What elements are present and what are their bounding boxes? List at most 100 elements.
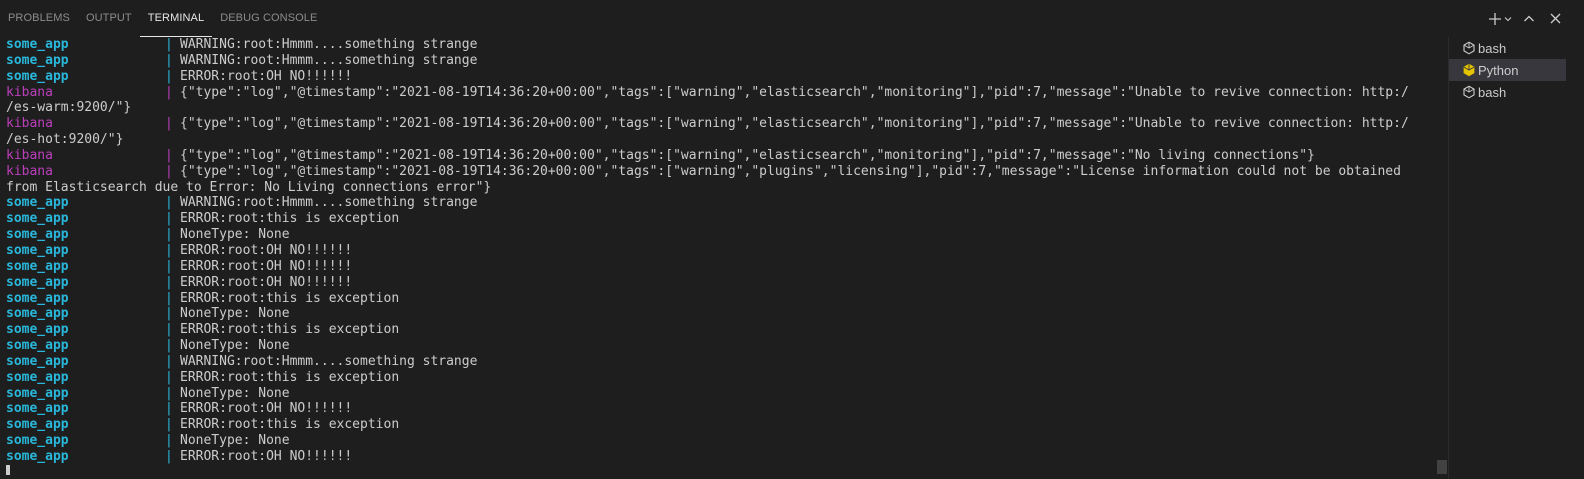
- terminal-line: /es-hot:9200/"}: [6, 132, 1438, 148]
- log-message: NoneType: None: [180, 338, 290, 354]
- service-separator: |: [165, 227, 173, 243]
- log-message: ERROR:root:OH NO!!!!!!: [180, 242, 353, 258]
- service-name: some_app: [6, 52, 69, 68]
- terminal-line: some_app | WARNING:root:Hmmm....something …: [6, 354, 1438, 370]
- service-separator: |: [165, 68, 173, 84]
- log-message: ERROR:root:OH NO!!!!!!: [180, 258, 353, 274]
- terminal-line: some_app | ERROR:root:OH NO!!!!!!: [6, 259, 1438, 275]
- window-edge: [1566, 0, 1584, 479]
- maximize-panel-button[interactable]: [1516, 6, 1542, 32]
- service-separator: |: [165, 211, 173, 227]
- service-separator: |: [165, 274, 173, 290]
- terminal-line: some_app | ERROR:root:OH NO!!!!!!: [6, 275, 1438, 291]
- terminal-line: some_app | ERROR:root:this is exception: [6, 370, 1438, 386]
- log-message: NoneType: None: [180, 433, 290, 449]
- terminal-line: some_app | ERROR:root:OH NO!!!!!!: [6, 449, 1438, 465]
- terminal-list-label: Python: [1478, 62, 1519, 78]
- service-separator: |: [165, 306, 173, 322]
- python-icon: [1461, 62, 1477, 78]
- service-name: some_app: [6, 322, 69, 338]
- terminal-line: some_app | WARNING:root:Hmmm....something …: [6, 53, 1438, 69]
- terminal-list: bash Python bash: [1448, 37, 1567, 479]
- log-message: /es-warm:9200/"}: [6, 100, 132, 116]
- service-separator: |: [165, 52, 173, 68]
- log-message: WARNING:root:Hmmm....something strange: [180, 52, 478, 68]
- log-message: ERROR:root:this is exception: [180, 322, 400, 338]
- plus-icon: [1489, 12, 1501, 25]
- terminal-line: kibana | {"type":"log","@timestamp":"2021-…: [6, 148, 1438, 164]
- terminal-line: some_app | ERROR:root:this is exception: [6, 211, 1438, 227]
- service-separator: |: [165, 417, 173, 433]
- service-name: some_app: [6, 385, 69, 401]
- service-name: kibana: [6, 116, 53, 132]
- service-name: some_app: [6, 401, 69, 417]
- terminal-line: some_app | ERROR:root:this is exception: [6, 291, 1438, 307]
- service-separator: |: [165, 322, 173, 338]
- terminal-line: some_app | NoneType: None: [6, 338, 1438, 354]
- terminal-list-item-python[interactable]: Python: [1449, 59, 1567, 81]
- service-separator: |: [165, 37, 173, 52]
- panel-tab-bar: PROBLEMS OUTPUT TERMINAL DEBUG CONSOLE: [0, 0, 1584, 37]
- service-separator: |: [165, 84, 173, 100]
- log-message: WARNING:root:Hmmm....something strange: [180, 195, 478, 211]
- service-name: some_app: [6, 353, 69, 369]
- service-name: some_app: [6, 338, 69, 354]
- terminal-line: some_app | WARNING:root:Hmmm....something …: [6, 195, 1438, 211]
- service-separator: |: [165, 258, 173, 274]
- terminal-list-item-bash-1[interactable]: bash: [1449, 37, 1567, 59]
- terminal-line: some_app | ERROR:root:this is exception: [6, 322, 1438, 338]
- service-name: some_app: [6, 195, 69, 211]
- tab-terminal[interactable]: TERMINAL: [139, 0, 213, 37]
- service-name: some_app: [6, 242, 69, 258]
- log-message: NoneType: None: [180, 385, 290, 401]
- terminal-line: some_app | NoneType: None: [6, 306, 1438, 322]
- service-separator: |: [165, 195, 173, 211]
- log-message: ERROR:root:OH NO!!!!!!: [180, 448, 353, 464]
- terminal-list-label: bash: [1478, 40, 1507, 56]
- log-message: {"type":"log","@timestamp":"2021-08-19T1…: [180, 116, 1409, 132]
- terminal-scrollbar[interactable]: [1437, 460, 1447, 474]
- service-name: some_app: [6, 227, 69, 243]
- service-name: some_app: [6, 68, 69, 84]
- service-separator: |: [165, 433, 173, 449]
- terminal-line: kibana | {"type":"log","@timestamp":"2021-…: [6, 164, 1438, 180]
- terminal-list-item-bash-2[interactable]: bash: [1449, 81, 1567, 103]
- log-message: ERROR:root:this is exception: [180, 417, 400, 433]
- service-separator: |: [165, 290, 173, 306]
- service-separator: |: [165, 338, 173, 354]
- service-separator: |: [165, 369, 173, 385]
- tab-output[interactable]: OUTPUT: [78, 0, 140, 36]
- terminal-output[interactable]: some_app | WARNING:root:Hmmm....something …: [6, 37, 1438, 473]
- tab-debug-console[interactable]: DEBUG CONSOLE: [212, 0, 325, 36]
- log-message: WARNING:root:Hmmm....something strange: [180, 37, 478, 52]
- terminal-icon: [1461, 84, 1477, 100]
- service-separator: |: [165, 353, 173, 369]
- service-name: kibana: [6, 147, 53, 163]
- log-message: ERROR:root:OH NO!!!!!!: [180, 68, 353, 84]
- close-icon: [1550, 13, 1560, 24]
- service-separator: |: [165, 116, 173, 132]
- log-message: NoneType: None: [180, 306, 290, 322]
- log-message: {"type":"log","@timestamp":"2021-08-19T1…: [180, 84, 1409, 100]
- log-message: ERROR:root:this is exception: [180, 369, 400, 385]
- tab-problems[interactable]: PROBLEMS: [0, 0, 78, 36]
- panel-actions: [1484, 0, 1568, 37]
- log-message: ERROR:root:this is exception: [180, 211, 400, 227]
- log-message: /es-hot:9200/"}: [6, 132, 124, 148]
- service-name: kibana: [6, 84, 53, 100]
- terminal-line: some_app | ERROR:root:this is exception: [6, 417, 1438, 433]
- service-separator: |: [165, 448, 173, 464]
- new-terminal-button[interactable]: [1484, 6, 1516, 32]
- service-name: some_app: [6, 433, 69, 449]
- log-message: NoneType: None: [180, 227, 290, 243]
- terminal-line: some_app | ERROR:root:OH NO!!!!!!: [6, 401, 1438, 417]
- service-separator: |: [165, 242, 173, 258]
- terminal-line: some_app | NoneType: None: [6, 386, 1438, 402]
- close-panel-button[interactable]: [1542, 6, 1568, 32]
- log-message: {"type":"log","@timestamp":"2021-08-19T1…: [180, 147, 1315, 163]
- service-name: some_app: [6, 417, 69, 433]
- service-name: some_app: [6, 274, 69, 290]
- terminal-line: some_app | NoneType: None: [6, 433, 1438, 449]
- log-message: ERROR:root:OH NO!!!!!!: [180, 274, 353, 290]
- panel-tabs: PROBLEMS OUTPUT TERMINAL DEBUG CONSOLE: [0, 0, 325, 37]
